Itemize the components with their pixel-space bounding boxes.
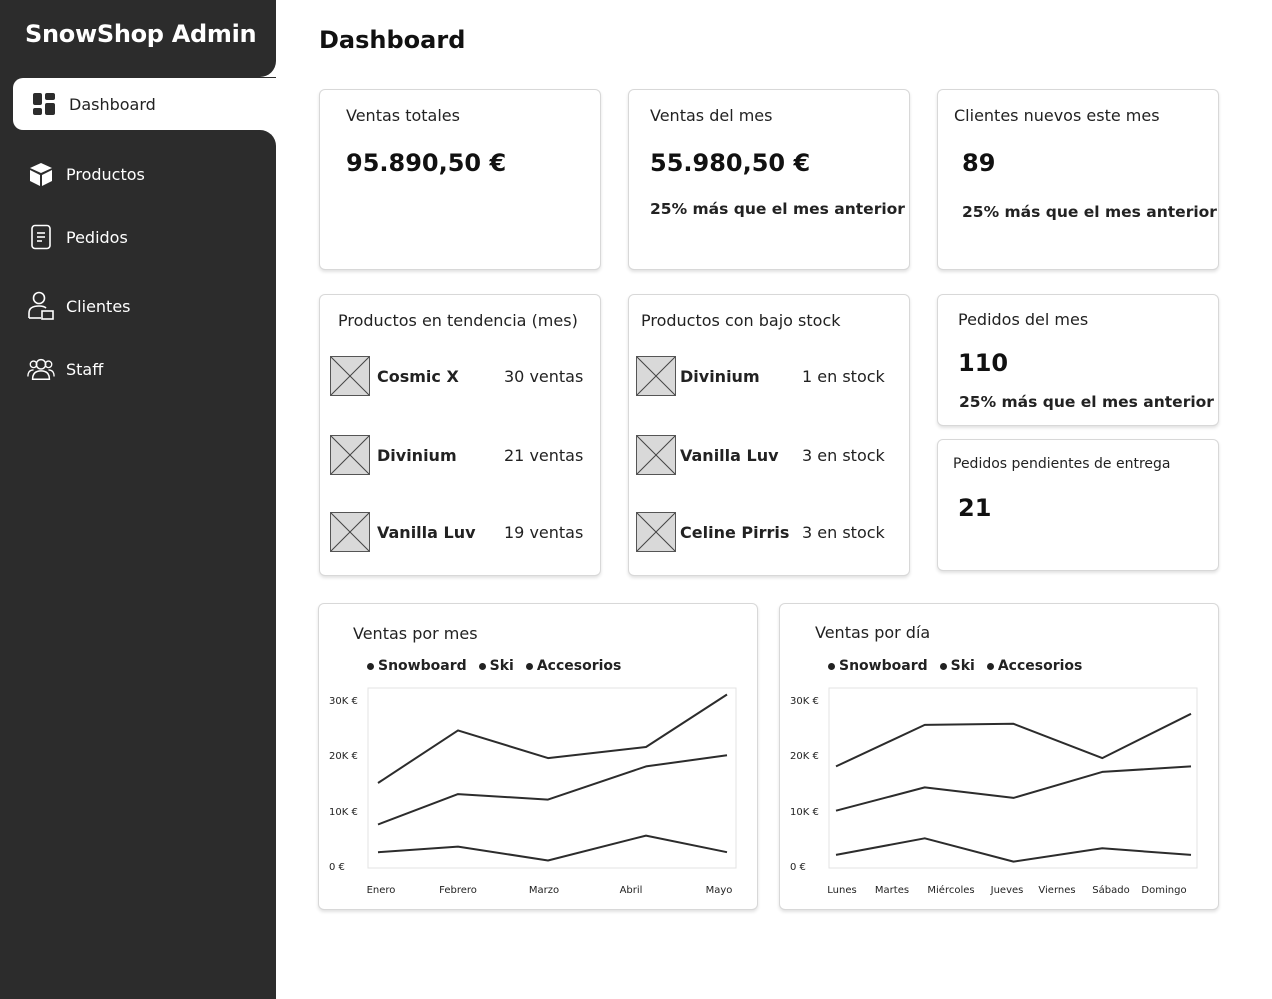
image-placeholder-icon — [636, 356, 676, 396]
image-placeholder-icon — [330, 512, 370, 552]
y-tick-label: 20K € — [329, 751, 358, 762]
product-name: Divinium — [377, 445, 457, 465]
x-tick-label: Mayo — [706, 885, 733, 896]
image-placeholder-icon — [330, 356, 370, 396]
sidebar-item-label: Clientes — [66, 296, 131, 316]
line-chart: 0 € 10K € 20K € 30K € Enero Febrero Marzo Abril… — [329, 687, 737, 896]
sidebar-item-clientes[interactable]: Clientes — [0, 280, 276, 332]
y-tick-label: 20K € — [790, 751, 819, 762]
product-sales: 19 ventas — [504, 522, 584, 542]
x-tick-label: Jueves — [990, 885, 1024, 896]
list-item[interactable]: Vanilla Luv 3 en stock — [636, 434, 899, 476]
sidebar-item-label: Pedidos — [66, 227, 128, 247]
card-title: Ventas totales — [346, 106, 460, 125]
x-tick-label: Enero — [367, 885, 396, 896]
stat-value: 110 — [958, 349, 1009, 377]
product-stock: 1 en stock — [802, 366, 885, 386]
stat-card-clientes-nuevos: Clientes nuevos este mes 89 25% más que … — [937, 89, 1219, 270]
series-line-2 — [835, 765, 1192, 812]
product-stock: 3 en stock — [802, 445, 885, 465]
y-tick-label: 30K € — [790, 696, 819, 707]
brand-title: SnowShop Admin — [25, 20, 257, 48]
image-placeholder-icon — [636, 512, 676, 552]
stat-value: 95.890,50 € — [346, 149, 507, 177]
list-item[interactable]: Divinium 21 ventas — [330, 434, 590, 476]
x-tick-label: Febrero — [439, 885, 477, 896]
sidebar-item-label: Dashboard — [69, 94, 156, 114]
sales-by-day-chart-card: Ventas por día Snowboard Ski Accesorios … — [779, 603, 1219, 910]
stat-card-pedidos-mes: Pedidos del mes 110 25% más que el mes a… — [937, 294, 1219, 426]
stat-note: 25% más que el mes anterior — [650, 200, 905, 218]
product-sales: 21 ventas — [504, 445, 584, 465]
y-tick-label: 0 € — [790, 862, 806, 873]
sales-by-month-chart-card: Ventas por mes Snowboard Ski Accesorios … — [318, 603, 758, 910]
trending-products-card: Productos en tendencia (mes) Cosmic X 30… — [319, 294, 601, 576]
product-name: Vanilla Luv — [377, 522, 476, 542]
product-stock: 3 en stock — [802, 522, 885, 542]
active-tab-notch — [256, 130, 276, 150]
sidebar-item-staff[interactable]: Staff — [0, 343, 276, 395]
stat-value: 55.980,50 € — [650, 149, 811, 177]
product-name: Vanilla Luv — [680, 445, 779, 465]
sidebar-item-productos[interactable]: Productos — [0, 148, 276, 200]
list-item[interactable]: Celine Pirris 3 en stock — [636, 511, 899, 553]
x-tick-label: Miércoles — [927, 884, 974, 896]
low-stock-card: Productos con bajo stock Divinium 1 en s… — [628, 294, 910, 576]
group-icon — [27, 355, 55, 383]
stat-card-ventas-totales: Ventas totales 95.890,50 € — [319, 89, 601, 270]
list-item[interactable]: Cosmic X 30 ventas — [330, 355, 590, 397]
list-item[interactable]: Vanilla Luv 19 ventas — [330, 511, 590, 553]
series-line-3 — [377, 834, 728, 862]
sidebar-item-pedidos[interactable]: Pedidos — [0, 211, 276, 263]
series-line-1 — [835, 712, 1192, 768]
plot-area — [828, 687, 1198, 869]
card-title: Pedidos del mes — [958, 310, 1089, 329]
y-tick-label: 30K € — [329, 696, 358, 707]
series-line-2 — [377, 754, 728, 826]
image-placeholder-icon — [330, 435, 370, 475]
x-tick-label: Sábado — [1092, 884, 1129, 896]
x-tick-label: Marzo — [529, 885, 559, 896]
x-tick-label: Lunes — [827, 885, 856, 896]
product-name: Cosmic X — [377, 366, 459, 386]
line-chart: 0 € 10K € 20K € 30K € Lunes Martes Miércoles Ju… — [790, 687, 1198, 896]
user-icon — [27, 291, 55, 320]
x-tick-label: Martes — [875, 885, 909, 896]
product-name: Celine Pirris — [680, 522, 790, 542]
document-icon — [27, 223, 55, 251]
x-tick-label: Domingo — [1141, 885, 1186, 896]
product-name: Divinium — [680, 366, 760, 386]
dashboard-icon — [30, 90, 58, 118]
sidebar-item-dashboard[interactable]: Dashboard — [13, 78, 276, 130]
x-tick-label: Abril — [620, 885, 643, 896]
plot-area — [367, 687, 737, 869]
y-tick-label: 10K € — [790, 807, 819, 818]
product-sales: 30 ventas — [504, 366, 584, 386]
image-placeholder-icon — [636, 435, 676, 475]
x-tick-label: Viernes — [1038, 885, 1075, 896]
sidebar-item-label: Productos — [66, 164, 145, 184]
stat-note: 25% más que el mes anterior — [962, 203, 1217, 221]
page-title: Dashboard — [319, 26, 466, 54]
card-title: Productos con bajo stock — [641, 311, 841, 330]
series-line-3 — [835, 837, 1192, 863]
list-item[interactable]: Divinium 1 en stock — [636, 355, 899, 397]
series-line-1 — [377, 693, 728, 784]
stat-value: 21 — [958, 494, 992, 522]
stat-note: 25% más que el mes anterior — [959, 393, 1214, 411]
y-tick-label: 0 € — [329, 862, 345, 873]
card-title: Ventas del mes — [650, 106, 773, 125]
box-icon — [27, 160, 55, 188]
card-title: Clientes nuevos este mes — [954, 106, 1160, 125]
stat-card-ventas-mes: Ventas del mes 55.980,50 € 25% más que e… — [628, 89, 910, 270]
card-title: Productos en tendencia (mes) — [338, 311, 578, 330]
stat-value: 89 — [962, 149, 996, 177]
card-title: Pedidos pendientes de entrega — [953, 456, 1171, 472]
active-tab-notch — [256, 57, 276, 77]
stat-card-pedidos-pendientes: Pedidos pendientes de entrega 21 — [937, 439, 1219, 571]
y-tick-label: 10K € — [329, 807, 358, 818]
sidebar-item-label: Staff — [66, 359, 104, 379]
